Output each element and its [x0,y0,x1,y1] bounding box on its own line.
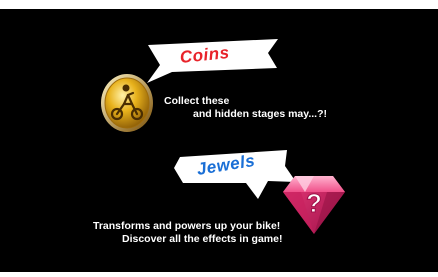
pink-jewel-question-icon: ? [283,176,345,234]
jewels-description-line1: Transforms and powers up your bike! [93,220,281,232]
jewels-description-line2: Discover all the effects in game! [122,233,283,245]
svg-text:?: ? [306,188,322,218]
tutorial-screen: Coins Collect these and hidden stages ma… [0,9,438,272]
